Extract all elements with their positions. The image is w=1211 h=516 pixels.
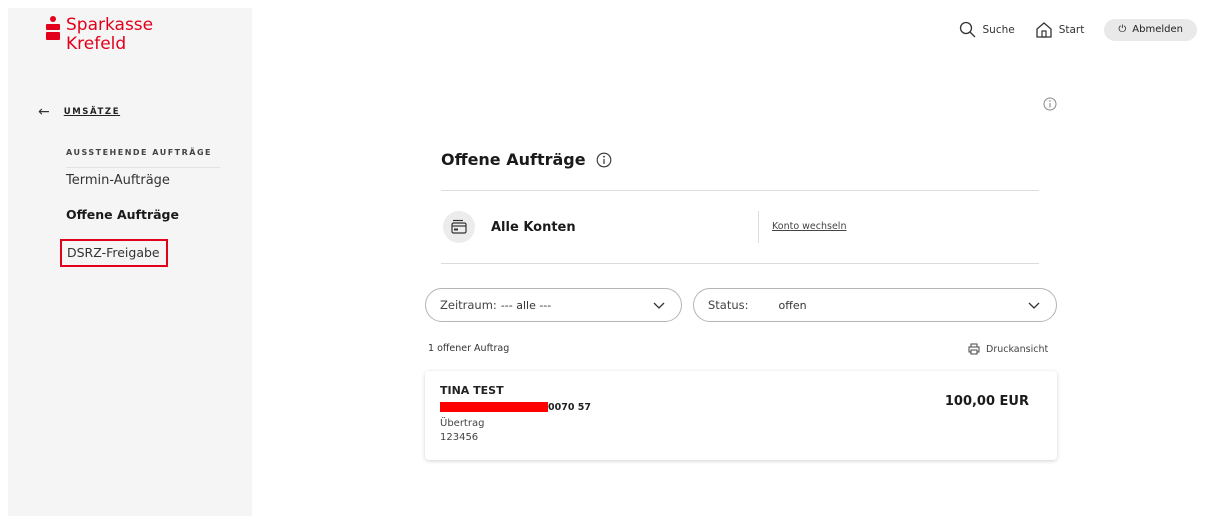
brand-name-line2: Krefeld bbox=[66, 34, 127, 54]
switch-account-link[interactable]: Konto wechseln bbox=[772, 221, 846, 232]
top-navigation: Suche Start ⏻ Abmelden bbox=[959, 19, 1197, 41]
search-label: Suche bbox=[982, 24, 1015, 36]
sidebar: Sparkasse Krefeld ← UMSÄTZE AUSSTEHENDE … bbox=[8, 8, 252, 516]
chevron-down-icon bbox=[1028, 302, 1040, 309]
printer-icon bbox=[968, 343, 980, 355]
page-title: Offene Aufträge bbox=[441, 150, 586, 169]
period-select-label: Zeitraum: bbox=[440, 298, 497, 312]
divider-bottom bbox=[441, 263, 1039, 264]
power-icon: ⏻ bbox=[1118, 24, 1127, 35]
result-count: 1 offener Auftrag bbox=[428, 343, 510, 354]
print-view-label: Druckansicht bbox=[986, 343, 1049, 355]
account-icon-container bbox=[443, 211, 475, 243]
arrow-left-icon: ← bbox=[38, 104, 50, 120]
status-select-label: Status: bbox=[708, 298, 749, 312]
start-button[interactable]: Start bbox=[1035, 21, 1085, 39]
order-recipient-name: TINA TEST bbox=[440, 384, 504, 397]
sparkasse-logo[interactable]: Sparkasse Krefeld bbox=[46, 16, 153, 54]
account-name: Alle Konten bbox=[491, 220, 576, 235]
redacted-iban-bar bbox=[440, 402, 548, 412]
sidebar-section-heading: AUSSTEHENDE AUFTRÄGE bbox=[66, 148, 213, 157]
order-reference: 123456 bbox=[440, 432, 479, 443]
order-type: Übertrag bbox=[440, 418, 485, 429]
wallet-card-icon bbox=[451, 219, 467, 234]
status-select-value: offen bbox=[778, 298, 807, 312]
sidebar-item-offene-auftraege[interactable]: Offene Aufträge bbox=[66, 207, 179, 222]
search-icon bbox=[959, 21, 975, 38]
sidebar-item-dsrz-freigabe[interactable]: DSRZ-Freigabe bbox=[60, 239, 168, 267]
title-info-icon[interactable] bbox=[596, 152, 612, 168]
section-divider bbox=[66, 167, 220, 168]
info-icon[interactable] bbox=[1043, 97, 1057, 111]
chevron-down-icon bbox=[653, 302, 665, 309]
order-iban-suffix: 0070 57 bbox=[548, 402, 591, 413]
period-select[interactable]: Zeitraum: --- alle --- bbox=[425, 288, 682, 322]
period-select-value: --- alle --- bbox=[500, 298, 552, 312]
home-icon bbox=[1036, 22, 1052, 38]
logout-button[interactable]: ⏻ Abmelden bbox=[1104, 19, 1197, 41]
order-amount: 100,00 EUR bbox=[944, 394, 1029, 409]
account-divider bbox=[758, 211, 759, 243]
status-select[interactable]: Status: offen bbox=[693, 288, 1057, 322]
print-view-button[interactable]: Druckansicht bbox=[968, 343, 1048, 355]
order-card[interactable]: TINA TEST 0070 57 Übertrag 123456 100,00… bbox=[425, 371, 1057, 460]
sidebar-item-termin-auftraege[interactable]: Termin-Aufträge bbox=[66, 173, 170, 188]
back-link-label: UMSÄTZE bbox=[63, 107, 121, 117]
brand-name-line1: Sparkasse bbox=[66, 15, 154, 35]
start-label: Start bbox=[1058, 24, 1085, 36]
sparkasse-s-icon bbox=[46, 16, 60, 44]
divider-top bbox=[441, 190, 1039, 191]
logout-label: Abmelden bbox=[1132, 24, 1183, 35]
search-button[interactable]: Suche bbox=[959, 21, 1015, 39]
back-to-umsaetze-link[interactable]: ← UMSÄTZE bbox=[38, 105, 120, 119]
